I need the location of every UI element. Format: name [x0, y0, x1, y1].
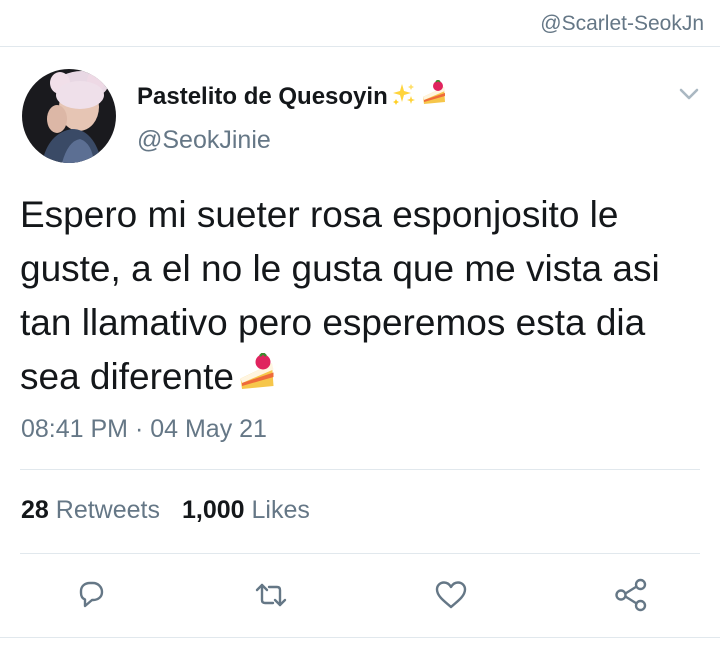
tweet-text: Espero mi sueter rosa esponjosito le gus…: [20, 188, 710, 410]
likes-label: Likes: [251, 496, 310, 524]
sparkles-icon: [391, 82, 417, 115]
avatar[interactable]: [22, 69, 116, 163]
engagement-stats: 28 Retweets 1,000 Likes: [21, 496, 310, 525]
retweets-count: 28: [21, 496, 49, 524]
like-icon[interactable]: [432, 576, 470, 614]
reply-icon[interactable]: [72, 576, 110, 614]
display-name[interactable]: Pastelito de Quesoyin: [137, 78, 448, 115]
share-icon[interactable]: [612, 576, 650, 614]
watermark: @Scarlet-SeokJn: [540, 12, 704, 35]
divider: [20, 553, 700, 554]
divider: [0, 637, 720, 638]
cake-icon: [236, 351, 278, 410]
retweets-label: Retweets: [55, 496, 160, 524]
display-name-text: Pastelito de Quesoyin: [137, 83, 388, 110]
divider: [20, 469, 700, 470]
timestamp[interactable]: 08:41 PM · 04 May 21: [21, 415, 267, 444]
handle[interactable]: @SeokJinie: [137, 126, 271, 155]
top-divider: [0, 46, 720, 47]
likes-stat[interactable]: 1,000 Likes: [182, 496, 310, 524]
likes-count: 1,000: [181, 496, 245, 524]
cake-icon: [420, 78, 448, 115]
retweet-icon[interactable]: [252, 576, 290, 614]
retweets-stat[interactable]: 28 Retweets: [21, 496, 160, 524]
chevron-down-icon[interactable]: [675, 82, 703, 106]
tweet-text-body: Espero mi sueter rosa esponjosito le gus…: [20, 194, 660, 397]
